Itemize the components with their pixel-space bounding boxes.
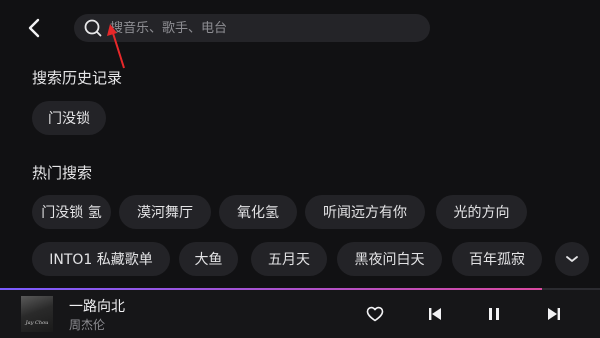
hot-search-title: 热门搜索 — [32, 164, 93, 182]
annotation-arrow-icon — [107, 24, 125, 69]
hot-search-chip[interactable]: 五月天 — [251, 242, 327, 276]
back-arrow-icon — [28, 18, 40, 38]
album-cover[interactable]: Jay Chou — [21, 296, 53, 332]
previous-icon — [429, 308, 441, 320]
hot-search-chip[interactable]: INTO1 私藏歌单 — [32, 242, 170, 276]
next-icon — [548, 308, 560, 320]
hot-search-chip[interactable]: 门没锁 氢 — [32, 195, 111, 229]
hot-search-chip[interactable]: 漠河舞厅 — [119, 195, 211, 229]
hot-search-chip[interactable]: 听闻远方有你 — [305, 195, 425, 229]
artist-name: 周杰伦 — [69, 318, 106, 332]
hot-search-chip[interactable]: 黑夜问白天 — [337, 242, 442, 276]
heart-icon — [366, 306, 384, 322]
back-button[interactable] — [22, 14, 46, 42]
album-cover-text: Jay Chou — [25, 320, 49, 326]
history-title: 搜索历史记录 — [32, 69, 123, 87]
hot-search-chip[interactable]: 氧化氢 — [219, 195, 297, 229]
pause-button[interactable] — [482, 302, 506, 326]
pause-icon — [489, 308, 499, 320]
search-icon — [82, 17, 104, 39]
search-input[interactable] — [110, 20, 430, 36]
previous-button[interactable] — [423, 302, 447, 326]
history-chip[interactable]: 门没锁 — [32, 101, 106, 135]
hot-search-chip[interactable]: 光的方向 — [436, 195, 527, 229]
song-title: 一路向北 — [69, 299, 125, 315]
next-button[interactable] — [542, 302, 566, 326]
hot-search-chip[interactable]: 百年孤寂 — [452, 242, 542, 276]
chevron-down-icon — [566, 256, 578, 262]
like-button[interactable] — [363, 302, 387, 326]
hot-search-chip[interactable]: 大鱼 — [179, 242, 238, 276]
expand-more-button[interactable] — [555, 242, 589, 276]
